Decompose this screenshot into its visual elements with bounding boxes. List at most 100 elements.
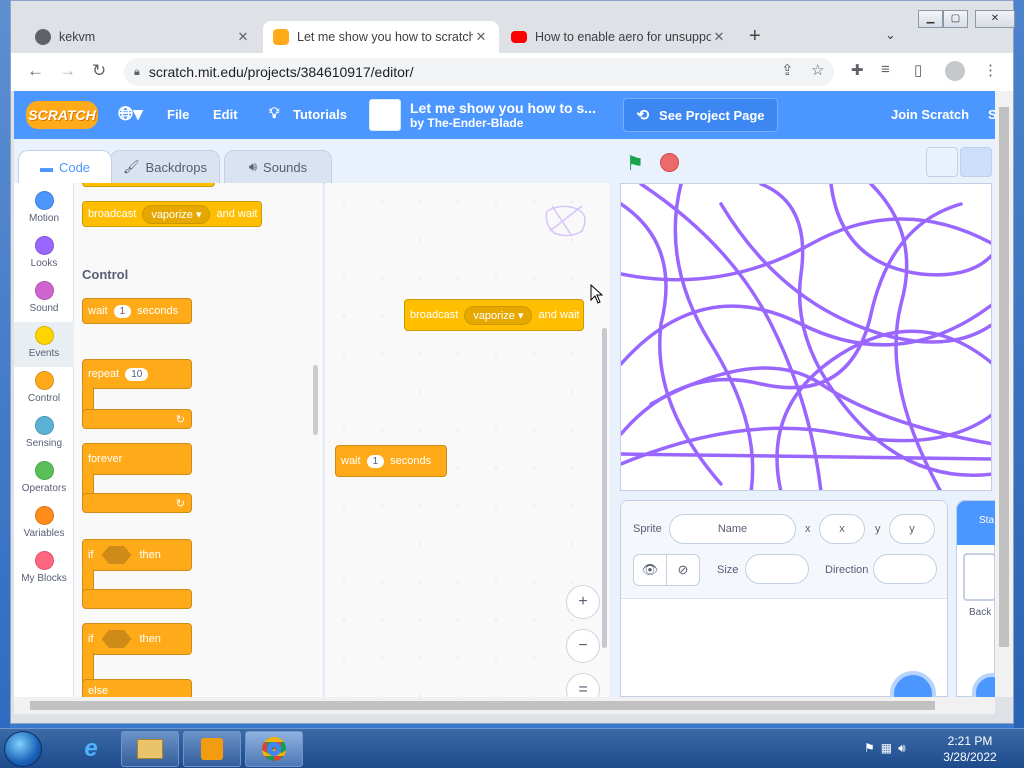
palette-wait-block[interactable]: wait 1 seconds <box>82 298 192 324</box>
palette-if-else-block[interactable]: if then else <box>82 623 192 697</box>
palette-broadcast-and-wait[interactable]: broadcast vaporize ▾ and wait <box>82 201 262 227</box>
category-events[interactable]: Events <box>14 322 74 367</box>
condition-slot[interactable] <box>101 546 132 564</box>
script-area[interactable]: broadcast vaporize ▾ and wait wait 1 sec… <box>325 183 610 697</box>
browser-toolbar: ← → ↻ 🔒︎ scratch.mit.edu/projects/384610… <box>11 53 1013 91</box>
tab-backdrops[interactable]: 🖌︎ Backdrops <box>110 150 220 184</box>
vertical-scroll-thumb[interactable] <box>999 107 1009 647</box>
minimize-button[interactable]: ▁ <box>918 10 943 28</box>
script-wait-block[interactable]: wait 1 seconds <box>335 445 447 477</box>
small-stage-button[interactable] <box>926 147 958 177</box>
category-my-blocks[interactable]: My Blocks <box>14 547 74 592</box>
chevron-down-icon[interactable]: ⌄ <box>885 27 896 43</box>
project-author[interactable]: by The-Ender-Blade <box>410 116 523 130</box>
media-icon[interactable]: ≡ <box>881 61 890 78</box>
wait-seconds-input[interactable]: 1 <box>113 304 132 318</box>
palette-forever-block[interactable]: forever ↻ <box>82 443 192 515</box>
repeat-count-input[interactable]: 10 <box>125 367 149 381</box>
palette-scrollbar[interactable] <box>313 365 318 435</box>
show-sprite-eye-icon[interactable]: 👁︎ <box>633 554 667 586</box>
kebab-menu-icon[interactable]: ⋮ <box>983 61 998 79</box>
tab-youtube[interactable]: How to enable aero for unsuppo ✕ <box>501 21 737 53</box>
stop-icon[interactable] <box>660 153 679 172</box>
close-tab-icon[interactable]: ✕ <box>235 29 251 45</box>
stage-target-panel[interactable]: Sta Back <box>956 500 995 697</box>
side-panel-icon[interactable]: ▯ <box>914 61 922 79</box>
media-player-icon[interactable] <box>183 731 241 767</box>
start-button[interactable] <box>4 731 42 767</box>
wait-seconds-input[interactable]: 1 <box>366 454 385 468</box>
taskbar-clock[interactable]: 2:21 PM 3/28/2022 <box>930 733 1010 765</box>
tab-sounds-label: Sounds <box>263 159 308 175</box>
tab-kekvm[interactable]: kekvm ✕ <box>25 21 261 53</box>
hide-sprite-eye-slash-icon[interactable]: ⊘ <box>666 554 700 586</box>
profile-avatar[interactable] <box>945 61 965 81</box>
menu-edit[interactable]: Edit <box>213 107 238 122</box>
palette-if-block[interactable]: if then <box>82 539 192 611</box>
category-looks[interactable]: Looks <box>14 232 74 277</box>
zoom-reset-button[interactable]: = <box>566 673 600 697</box>
language-globe-icon[interactable]: 🌐︎▾ <box>118 103 143 126</box>
join-scratch-link[interactable]: Join Scratch <box>891 107 969 122</box>
close-window-button[interactable]: ✕ <box>975 10 1015 28</box>
backdrop-thumbnail[interactable] <box>963 553 995 601</box>
tab-title: How to enable aero for unsuppo <box>535 30 711 44</box>
address-bar[interactable]: 🔒︎ scratch.mit.edu/projects/384610917/ed… <box>124 58 834 86</box>
star-icon[interactable]: ☆ <box>811 61 824 79</box>
sprite-direction-field[interactable] <box>873 554 937 584</box>
tab-code[interactable]: ▬ Code <box>18 150 112 184</box>
category-control[interactable]: Control <box>14 367 74 412</box>
category-variables[interactable]: Variables <box>14 502 74 547</box>
share-icon[interactable]: ⇪ <box>781 61 794 79</box>
horizontal-scroll-thumb[interactable] <box>30 701 935 710</box>
mouse-cursor-icon <box>590 284 604 304</box>
category-operators[interactable]: Operators <box>14 457 74 502</box>
zoom-out-button[interactable]: − <box>566 629 600 663</box>
script-broadcast-and-wait[interactable]: broadcast vaporize ▾ and wait <box>404 299 584 331</box>
page-vertical-scrollbar[interactable] <box>995 91 1013 697</box>
tab-scratch[interactable]: Let me show you how to scratch ✕ <box>263 21 499 53</box>
system-tray-icons[interactable]: ⚑▦🔊︎ <box>864 741 912 756</box>
page-horizontal-scrollbar[interactable] <box>14 697 995 714</box>
maximize-button[interactable]: ▢ <box>943 10 968 28</box>
category-motion[interactable]: Motion <box>14 187 74 232</box>
message-dropdown[interactable]: vaporize ▾ <box>142 204 211 224</box>
internet-explorer-icon[interactable]: e <box>62 731 120 767</box>
youtube-icon <box>511 31 527 43</box>
sprite-size-field[interactable] <box>745 554 809 584</box>
category-sensing[interactable]: Sensing <box>14 412 74 457</box>
palette-repeat-block[interactable]: repeat 10 ↻ <box>82 359 192 431</box>
sign-in-link-cut[interactable]: S <box>988 107 995 122</box>
sprite-x-field[interactable]: x <box>819 514 865 544</box>
scratch-logo[interactable]: SCRATCH <box>26 101 98 129</box>
if-else-head: if then <box>82 623 192 655</box>
close-tab-icon[interactable]: ✕ <box>473 29 489 45</box>
project-thumbnail <box>369 99 401 131</box>
stage-canvas[interactable] <box>620 183 992 491</box>
normal-stage-button[interactable] <box>960 147 992 177</box>
close-tab-icon[interactable]: ✕ <box>711 29 727 45</box>
menu-tutorials[interactable]: Tutorials <box>293 107 347 122</box>
forward-arrow-icon[interactable]: → <box>59 61 76 81</box>
paintbrush-icon: 🖌︎ <box>123 159 140 174</box>
menu-file[interactable]: File <box>167 107 189 122</box>
back-arrow-icon[interactable]: ← <box>27 61 44 81</box>
tab-sounds[interactable]: 🔊︎ Sounds <box>224 150 332 184</box>
palette-block-partial[interactable] <box>82 183 215 187</box>
sprite-y-field[interactable]: y <box>889 514 935 544</box>
script-area-scrollbar[interactable] <box>602 328 607 648</box>
message-dropdown[interactable]: vaporize ▾ <box>464 305 533 325</box>
category-sound[interactable]: Sound <box>14 277 74 322</box>
reload-icon[interactable]: ↻ <box>92 61 106 81</box>
sprite-name-field[interactable]: Name <box>669 514 796 544</box>
new-tab-button[interactable]: + <box>749 25 761 48</box>
green-flag-icon[interactable]: ⚑ <box>626 151 644 176</box>
file-explorer-icon[interactable] <box>121 731 179 767</box>
chrome-icon[interactable] <box>245 731 303 767</box>
extensions-icon[interactable]: ✚ <box>851 61 864 79</box>
project-title[interactable]: Let me show you how to s... <box>410 100 610 116</box>
see-project-page-button[interactable]: ⟲ See Project Page <box>623 98 778 132</box>
condition-slot[interactable] <box>101 630 132 648</box>
zoom-in-button[interactable]: + <box>566 585 600 619</box>
by-label: by <box>410 116 425 130</box>
